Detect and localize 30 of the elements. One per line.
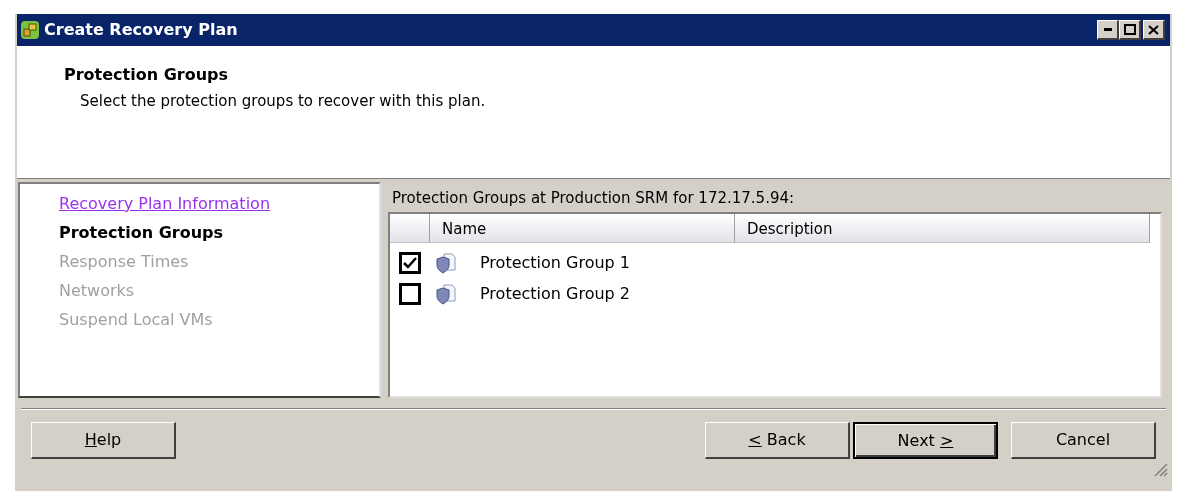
minimize-button[interactable] xyxy=(1097,20,1119,40)
group-name: Protection Group 2 xyxy=(480,282,630,305)
close-icon xyxy=(1148,24,1159,35)
close-button[interactable] xyxy=(1143,20,1165,40)
step-item: Suspend Local VMs xyxy=(59,309,214,331)
checkmark-icon xyxy=(403,256,417,269)
maximize-icon xyxy=(1123,24,1136,35)
dialog-button[interactable]: < Back xyxy=(705,422,850,459)
column-header[interactable]: Description xyxy=(735,214,1150,242)
resize-grip-icon xyxy=(1152,461,1168,477)
checkbox[interactable] xyxy=(399,282,421,305)
column-header[interactable]: Name xyxy=(430,214,735,242)
header-subtitle: Select the protection groups to recover with this plan. xyxy=(79,91,487,112)
dialog-button[interactable]: Next > xyxy=(853,422,998,459)
minimize-icon xyxy=(1103,28,1112,31)
dialog-button[interactable]: Cancel xyxy=(1011,422,1156,459)
dialog-button[interactable]: Help xyxy=(31,422,176,459)
step-item[interactable]: Recovery Plan Information xyxy=(59,189,379,218)
panel-caption: Protection Groups at Production SRM for 172.17.5.94: xyxy=(391,188,796,209)
step-item: Protection Groups xyxy=(59,222,225,244)
app-logo-icon xyxy=(20,20,40,40)
shield-document-icon xyxy=(435,282,457,305)
step-item: Networks xyxy=(59,280,136,302)
maximize-button[interactable] xyxy=(1119,20,1141,40)
step-item: Response Times xyxy=(59,251,190,273)
header-title: Protection Groups xyxy=(64,64,230,86)
group-name: Protection Group 1 xyxy=(480,251,630,274)
window-title: Create Recovery Plan xyxy=(44,19,239,41)
checkbox[interactable] xyxy=(399,251,421,274)
shield-document-icon xyxy=(435,251,457,274)
